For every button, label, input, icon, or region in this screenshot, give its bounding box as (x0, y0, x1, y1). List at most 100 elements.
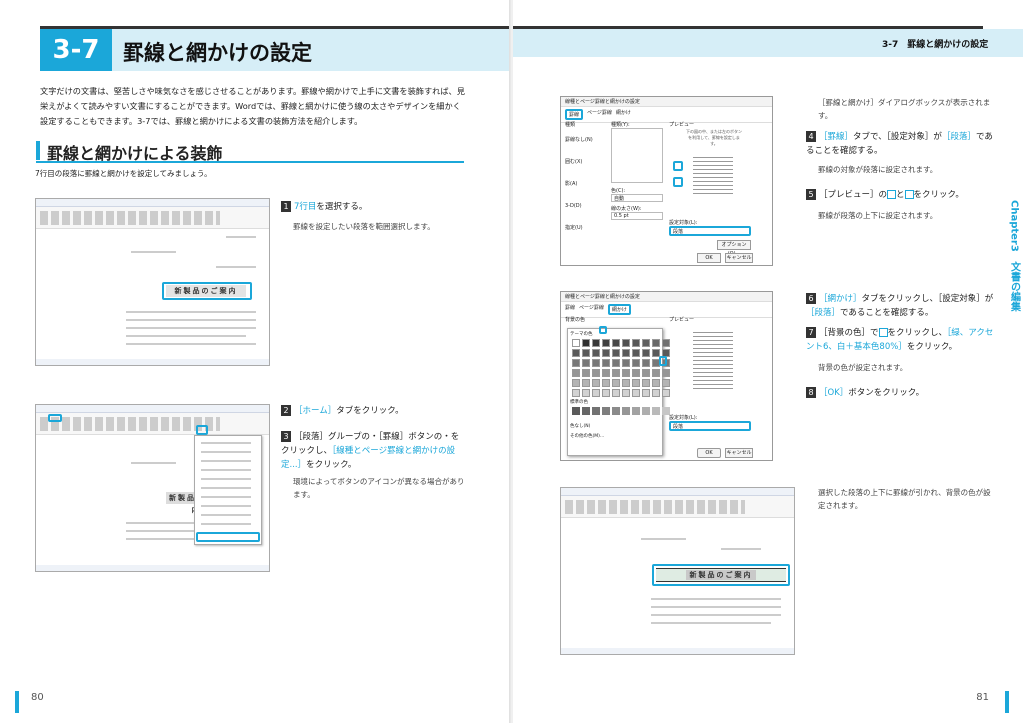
border-button-highlight (196, 425, 208, 435)
color-swatch[interactable] (642, 349, 650, 357)
color-swatch[interactable] (592, 369, 600, 377)
color-swatch[interactable] (632, 359, 640, 367)
color-swatch[interactable] (622, 349, 630, 357)
color-swatch[interactable] (572, 389, 580, 397)
cancel-button[interactable]: キャンセル (725, 253, 753, 263)
standard-color-swatch[interactable] (632, 407, 640, 415)
color-swatch[interactable] (582, 389, 590, 397)
standard-color-swatch[interactable] (622, 407, 630, 415)
page-number-left: 80 (31, 692, 44, 703)
highlight-box (162, 282, 252, 300)
color-swatch[interactable] (572, 379, 580, 387)
color-swatch[interactable] (642, 379, 650, 387)
home-tab-highlight (48, 414, 62, 422)
result-highlight (652, 564, 790, 586)
color-swatch[interactable] (652, 369, 660, 377)
color-swatch[interactable] (652, 379, 660, 387)
color-swatch[interactable] (632, 339, 640, 347)
word-screenshot-1: 新製品のご案内 (35, 198, 270, 366)
color-swatch[interactable] (632, 369, 640, 377)
top-border-icon (887, 190, 897, 199)
standard-color-swatch[interactable] (642, 407, 650, 415)
line-style-list[interactable] (611, 128, 663, 183)
color-swatch[interactable] (582, 349, 590, 357)
color-swatch[interactable] (582, 359, 590, 367)
color-swatch[interactable] (582, 379, 590, 387)
color-swatch[interactable] (572, 349, 580, 357)
color-swatch[interactable] (602, 359, 610, 367)
color-swatch[interactable] (602, 379, 610, 387)
borders-dialog: 線種とページ罫線と網かけの設定 罫線 ページ罫線 網かけ 種類 罫線なし(N) … (560, 96, 773, 266)
color-swatch[interactable] (662, 389, 670, 397)
tab-shading[interactable]: 網かけ (616, 109, 631, 120)
color-swatch[interactable] (632, 389, 640, 397)
page-number-right: 81 (976, 692, 989, 703)
green-swatch-highlight[interactable] (659, 356, 667, 366)
color-swatch[interactable] (622, 379, 630, 387)
color-swatch[interactable] (582, 369, 590, 377)
standard-color-swatch[interactable] (602, 407, 610, 415)
top-border-button[interactable] (673, 161, 683, 171)
color-swatch[interactable] (642, 369, 650, 377)
step-6: 6 ［網かけ］タブをクリックし、［設定対象］が［段落］であることを確認する。 (806, 293, 994, 318)
color-swatch[interactable] (642, 359, 650, 367)
tab-borders[interactable]: 罫線 (565, 109, 584, 120)
color-swatch[interactable] (642, 389, 650, 397)
color-swatch[interactable] (612, 359, 620, 367)
color-swatch[interactable] (592, 349, 600, 357)
ok-button-2[interactable]: OK (697, 448, 721, 458)
bottom-border-button[interactable] (673, 177, 683, 187)
options-button[interactable]: オプション(O)... (717, 240, 751, 257)
standard-swatches[interactable] (572, 407, 670, 415)
tab-shading-active[interactable]: 網かけ (607, 304, 631, 315)
color-swatch[interactable] (622, 359, 630, 367)
right-page: 3-7 罫線と網かけの設定 線種とページ罫線と網かけの設定 罫線 ページ罫線 網… (513, 0, 1024, 723)
color-swatch[interactable] (632, 379, 640, 387)
color-swatch[interactable] (622, 369, 630, 377)
color-swatch[interactable] (662, 339, 670, 347)
color-swatch[interactable] (592, 339, 600, 347)
color-swatch[interactable] (602, 339, 610, 347)
standard-color-swatch[interactable] (612, 407, 620, 415)
width-select[interactable]: 0.5 pt (611, 212, 663, 220)
color-swatch[interactable] (622, 339, 630, 347)
color-swatch[interactable] (572, 359, 580, 367)
standard-color-swatch[interactable] (652, 407, 660, 415)
standard-color-swatch[interactable] (582, 407, 590, 415)
theme-swatches[interactable] (572, 339, 670, 397)
color-swatch[interactable] (652, 339, 660, 347)
color-swatch[interactable] (622, 389, 630, 397)
color-swatch[interactable] (612, 379, 620, 387)
border-dropdown-menu[interactable] (194, 435, 262, 545)
color-swatch[interactable] (662, 379, 670, 387)
color-swatch[interactable] (652, 389, 660, 397)
apply-to-select[interactable]: 段落 (669, 226, 751, 236)
color-swatch[interactable] (572, 339, 580, 347)
color-swatch[interactable] (602, 389, 610, 397)
color-swatch[interactable] (642, 339, 650, 347)
color-swatch[interactable] (602, 349, 610, 357)
setting-list: 罫線なし(N) 囲む(X) 影(A) 3-D(D) 指定(U) (565, 137, 593, 231)
color-swatch[interactable] (662, 369, 670, 377)
lead-text: 7行目の段落に罫線と網かけを設定してみましょう。 (35, 169, 212, 178)
color-swatch[interactable] (632, 349, 640, 357)
background-color-dropdown[interactable] (599, 326, 607, 334)
intro-text: 文字だけの文書は、堅苦しさや味気なさを感じさせることがあります。罫線や網かけで上… (40, 86, 465, 126)
standard-color-swatch[interactable] (572, 407, 580, 415)
color-swatch[interactable] (612, 339, 620, 347)
color-swatch[interactable] (612, 349, 620, 357)
color-palette[interactable]: テーマの色 標準の色 色なし(N) その他の色(M)... (567, 328, 670, 456)
color-swatch[interactable] (592, 379, 600, 387)
color-swatch[interactable] (612, 389, 620, 397)
tab-page-border[interactable]: ページ罫線 (587, 109, 612, 120)
color-swatch[interactable] (592, 359, 600, 367)
color-swatch[interactable] (592, 389, 600, 397)
standard-color-swatch[interactable] (592, 407, 600, 415)
color-swatch[interactable] (572, 369, 580, 377)
step-7-note: 背景の色が設定されます。 (818, 363, 908, 372)
ok-button[interactable]: OK (697, 253, 721, 263)
color-swatch[interactable] (612, 369, 620, 377)
color-swatch[interactable] (602, 369, 610, 377)
color-swatch[interactable] (582, 339, 590, 347)
color-select[interactable]: 自動 (611, 194, 663, 202)
